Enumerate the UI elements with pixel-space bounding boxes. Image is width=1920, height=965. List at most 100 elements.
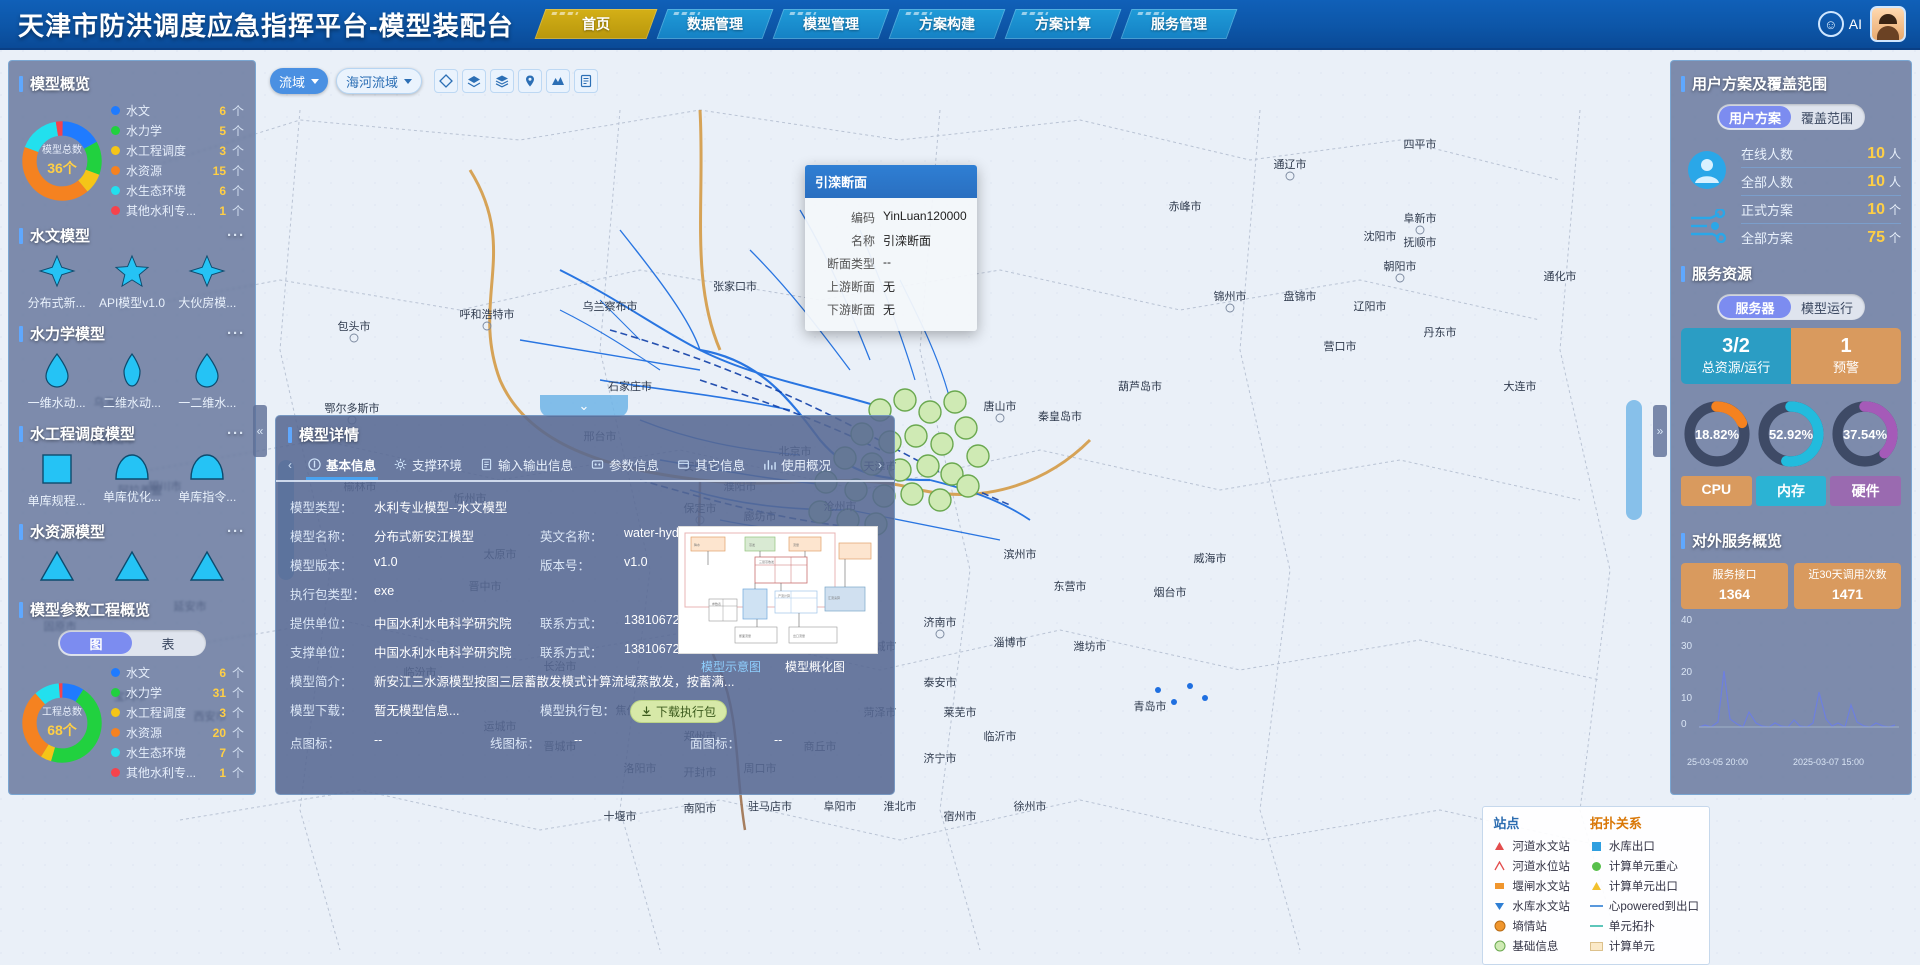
nav-tab-plan-build[interactable]: 方案构建: [888, 9, 1006, 39]
nav-tab-home[interactable]: 首页: [534, 9, 658, 39]
toggle-server[interactable]: 服务器: [1719, 296, 1791, 318]
donut-center: 模型总数 36个: [19, 118, 105, 204]
nav-tab-data-management[interactable]: 数据管理: [656, 9, 774, 39]
svg-text:丹东市: 丹东市: [1424, 325, 1457, 339]
popup-title: 引滦断面: [805, 165, 977, 198]
tabs-scroll-right[interactable]: ›: [878, 458, 882, 472]
marker-icon[interactable]: [518, 69, 543, 93]
right-panel-collapse-button[interactable]: »: [1653, 405, 1667, 457]
model-card[interactable]: 大伙房模...: [170, 254, 244, 311]
section-label: 用户方案及覆盖范围: [1692, 76, 1828, 93]
svg-text:赤峰市: 赤峰市: [1169, 199, 1202, 213]
model-card[interactable]: 一维水动...: [20, 352, 94, 411]
svc-badge-interfaces[interactable]: 服务接口 1364: [1681, 563, 1788, 610]
model-card[interactable]: 一二维水...: [170, 352, 244, 411]
x-tick-start: 25-03-05 20:00: [1687, 757, 1749, 768]
list-icon[interactable]: [574, 69, 599, 93]
more-options-icon[interactable]: ···: [227, 227, 245, 244]
avatar[interactable]: [1870, 6, 1906, 42]
more-options-icon[interactable]: ···: [227, 325, 245, 342]
diamond-layer-icon[interactable]: [434, 69, 459, 93]
triangle-red-icon: [1493, 840, 1506, 853]
caption-generalized[interactable]: 模型概化图: [785, 658, 845, 675]
legend-label: 计算单元: [1608, 941, 1655, 953]
legend-item: 其他水利专... 1 个: [111, 202, 244, 219]
tab-support-env[interactable]: 支撑环境: [392, 449, 464, 480]
model-card-label: 一维水动...: [27, 396, 86, 410]
model-card[interactable]: API模型v1.0: [95, 254, 169, 311]
model-detail-dialog: 模型详情 ‹ 基本信息 支撑环境 输入输出信息 参数信息 其它信息 使用概况 ›: [275, 415, 895, 795]
svg-text:徐州市: 徐州市: [1014, 799, 1047, 813]
model-card[interactable]: 单库规程...: [20, 452, 94, 509]
legend-label: 河道水文站: [1512, 841, 1570, 853]
x-tick-end: 2025-03-07 15:00: [1793, 757, 1865, 768]
right-map-side-tab[interactable]: [1626, 400, 1642, 520]
scope-select[interactable]: 流域: [270, 68, 329, 94]
model-card[interactable]: 单库指令...: [170, 452, 244, 509]
left-panel-collapse-button[interactable]: «: [253, 405, 267, 457]
user-plan-kpis: 在线人数 10 人 全部人数 10 人 正式方案 10 个 全部方案 75 个: [1741, 140, 1901, 251]
svg-text:南阳市: 南阳市: [684, 801, 717, 815]
tab-io-info[interactable]: 输入输出信息: [478, 449, 575, 480]
tab-label: 其它信息: [695, 459, 746, 473]
toggle-chart[interactable]: 图: [60, 632, 132, 654]
svg-text:辽阳市: 辽阳市: [1354, 299, 1387, 313]
service-resource-toggle[interactable]: 服务器 模型运行: [1717, 294, 1865, 320]
gauge-label-hardware[interactable]: 硬件: [1830, 476, 1902, 506]
toggle-table[interactable]: 表: [132, 632, 204, 654]
basin-select[interactable]: 海河流域: [336, 68, 423, 94]
model-card[interactable]: 单库优化...: [95, 452, 169, 509]
nav-tab-model-management[interactable]: 模型管理: [772, 9, 890, 39]
map-expand-button[interactable]: ⌄: [540, 395, 628, 417]
legend-item: 水生态环境 7 个: [111, 744, 244, 761]
section-label: 水力学模型: [30, 326, 106, 343]
page-title: 天津市防洪调度应急指挥平台-模型装配台: [18, 10, 514, 41]
param-overview-legend: 水文 6 个 水力学 31 个 水工程调度 3 个 水资源 20 个 水生态环境 7 个 其他水利专…: [111, 664, 244, 781]
stack-icon[interactable]: [490, 69, 515, 93]
model-card[interactable]: [170, 550, 244, 587]
nav-tab-plan-compute[interactable]: 方案计算: [1004, 9, 1122, 39]
tab-basic-info[interactable]: 基本信息: [306, 449, 378, 480]
layers-icon[interactable]: [462, 69, 487, 93]
terrain-icon[interactable]: [546, 69, 571, 93]
nav-tab-service-management[interactable]: 服务管理: [1120, 9, 1238, 39]
svg-text:通化市: 通化市: [1544, 269, 1577, 283]
toggle-model-run[interactable]: 模型运行: [1791, 296, 1863, 318]
model-card[interactable]: [95, 550, 169, 587]
detail-field: 联系方式： 13810672475: [540, 613, 700, 632]
toggle-user-plan[interactable]: 用户方案: [1719, 106, 1791, 128]
param-view-toggle[interactable]: 图 表: [58, 630, 206, 656]
download-package-button[interactable]: 下载执行包: [630, 700, 728, 723]
gauge-label-memory[interactable]: 内存: [1755, 476, 1827, 506]
tab-param-info[interactable]: 参数信息: [589, 449, 661, 480]
tab-usage-overview[interactable]: 使用概况: [761, 449, 833, 480]
more-options-icon[interactable]: ···: [227, 425, 245, 442]
ai-assistant-button[interactable]: ☺ AI: [1817, 11, 1862, 37]
gauge-label-cpu[interactable]: CPU: [1681, 476, 1752, 506]
tab-other-info[interactable]: 其它信息: [675, 449, 747, 480]
more-options-icon[interactable]: ···: [227, 523, 245, 540]
model-card[interactable]: 分布式新...: [20, 254, 94, 311]
legend-label: 水库出口: [1608, 841, 1655, 853]
field-value: --: [574, 733, 583, 747]
detail-row: 模型类型： 水利专业模型--水文模型: [290, 492, 880, 521]
legend-label: 水力学: [126, 124, 163, 138]
legend-item: 水力学 31 个: [111, 684, 244, 701]
detail-field: 模型类型： 水利专业模型--水文模型: [290, 497, 507, 516]
field-key: 提供单位：: [290, 617, 353, 631]
stat-alert[interactable]: 1 预警: [1791, 328, 1901, 384]
svg-text:锦州市: 锦州市: [1214, 289, 1247, 303]
field-value: --: [374, 733, 383, 747]
model-card[interactable]: 二维水动...: [95, 352, 169, 411]
stat-total-resources[interactable]: 3/2 总资源/运行: [1681, 328, 1791, 384]
toggle-coverage[interactable]: 覆盖范围: [1791, 106, 1863, 128]
model-card[interactable]: [20, 550, 94, 587]
tabs-scroll-left[interactable]: ‹: [288, 458, 292, 472]
chevron-down-icon: [311, 78, 320, 84]
model-detail-body: 模型类型： 水利专业模型--水文模型 模型名称： 分布式新安江模型 英文名称： wat…: [276, 482, 894, 767]
nav-tab-label: 数据管理: [686, 16, 743, 32]
caption-schematic[interactable]: 模型示意图: [701, 658, 761, 675]
user-plan-toggle[interactable]: 用户方案 覆盖范围: [1717, 104, 1865, 130]
model-diagram-thumbnail[interactable]: 降水 蒸发 流量 三层蒸散发 产流计算 参数表 汇流演算 断面流量 出口流量: [678, 526, 878, 654]
svc-badge-calls[interactable]: 近30天调用次数 1471: [1794, 563, 1901, 610]
